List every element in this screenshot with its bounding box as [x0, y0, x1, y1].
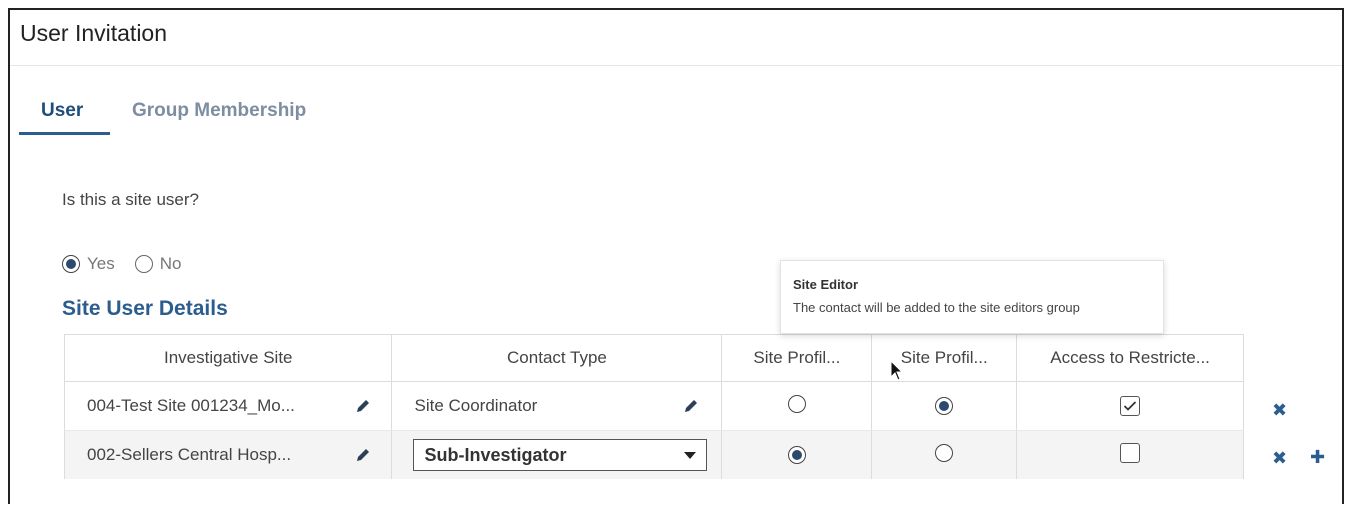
access-restricted-checkbox[interactable] — [1120, 442, 1141, 463]
check-icon — [1123, 400, 1137, 411]
cell-access-restricted — [1016, 430, 1244, 479]
site-user-details-heading: Site User Details — [62, 297, 228, 320]
radio-yes[interactable] — [62, 255, 80, 273]
radio-yes-label: Yes — [87, 254, 115, 273]
site-profile-1-radio[interactable] — [787, 446, 806, 464]
cell-site: 004-Test Site 001234_Mo... — [63, 381, 393, 431]
access-restricted-checkbox[interactable] — [1120, 395, 1141, 416]
cell-site-profile-1 — [721, 430, 873, 479]
window-title: User Invitation — [20, 20, 168, 46]
column-header-site-profile-1[interactable]: Site Profil... — [721, 334, 873, 382]
table-row: 004-Test Site 001234_Mo... Site Coordina… — [63, 381, 1244, 431]
cell-contact-type: Site Coordinator — [391, 381, 723, 431]
site-user-radio-group: Yes No — [62, 254, 201, 274]
site-name: 004-Test Site 001234_Mo... — [87, 396, 295, 415]
close-icon[interactable]: ✖ — [1272, 448, 1287, 469]
tooltip-body: The contact will be added to the site ed… — [793, 300, 1080, 315]
close-icon[interactable]: ✖ — [1272, 400, 1287, 421]
site-user-table: Investigative Site Contact Type Site Pro… — [63, 334, 1244, 479]
radio-no[interactable] — [134, 255, 153, 273]
contact-type-selected-value: Sub-Investigator — [424, 444, 567, 465]
title-divider — [10, 65, 1342, 66]
contact-type-value: Site Coordinator — [414, 396, 538, 415]
site-editor-tooltip: Site Editor The contact will be added to… — [780, 260, 1164, 334]
radio-no-label: No — [159, 254, 182, 273]
chevron-down-icon — [684, 451, 697, 459]
cell-site: 002-Sellers Central Hosp... — [63, 430, 393, 479]
site-user-question: Is this a site user? — [62, 190, 200, 209]
table-row: 002-Sellers Central Hosp... Sub-Investig… — [63, 430, 1244, 479]
column-header-access-restricted[interactable]: Access to Restricte... — [1016, 334, 1244, 382]
tooltip-title: Site Editor — [793, 277, 859, 292]
site-profile-2-radio[interactable] — [935, 443, 954, 462]
cell-contact-type: Sub-Investigator — [391, 430, 723, 479]
pencil-icon[interactable] — [355, 398, 371, 414]
column-header-contact-type[interactable]: Contact Type — [391, 334, 723, 382]
cell-site-profile-1 — [721, 381, 873, 431]
pencil-icon[interactable] — [683, 398, 699, 414]
mouse-cursor-icon — [890, 360, 904, 381]
column-header-investigative-site[interactable]: Investigative Site — [63, 334, 393, 382]
tab-group-membership[interactable]: Group Membership — [132, 100, 306, 122]
site-profile-2-radio[interactable] — [935, 397, 954, 415]
table-header-row: Investigative Site Contact Type Site Pro… — [63, 334, 1244, 382]
contact-type-select[interactable]: Sub-Investigator — [413, 439, 708, 471]
user-invitation-panel: User Invitation User Group Membership Is… — [8, 8, 1344, 504]
tab-user[interactable]: User — [41, 100, 83, 122]
cell-access-restricted — [1016, 381, 1244, 431]
active-tab-indicator — [19, 132, 110, 135]
cell-site-profile-2 — [871, 381, 1018, 431]
site-name: 002-Sellers Central Hosp... — [87, 445, 292, 464]
plus-icon[interactable]: ✚ — [1310, 447, 1325, 468]
cell-site-profile-2 — [871, 430, 1018, 479]
site-profile-1-radio[interactable] — [787, 394, 806, 413]
pencil-icon[interactable] — [355, 447, 371, 463]
